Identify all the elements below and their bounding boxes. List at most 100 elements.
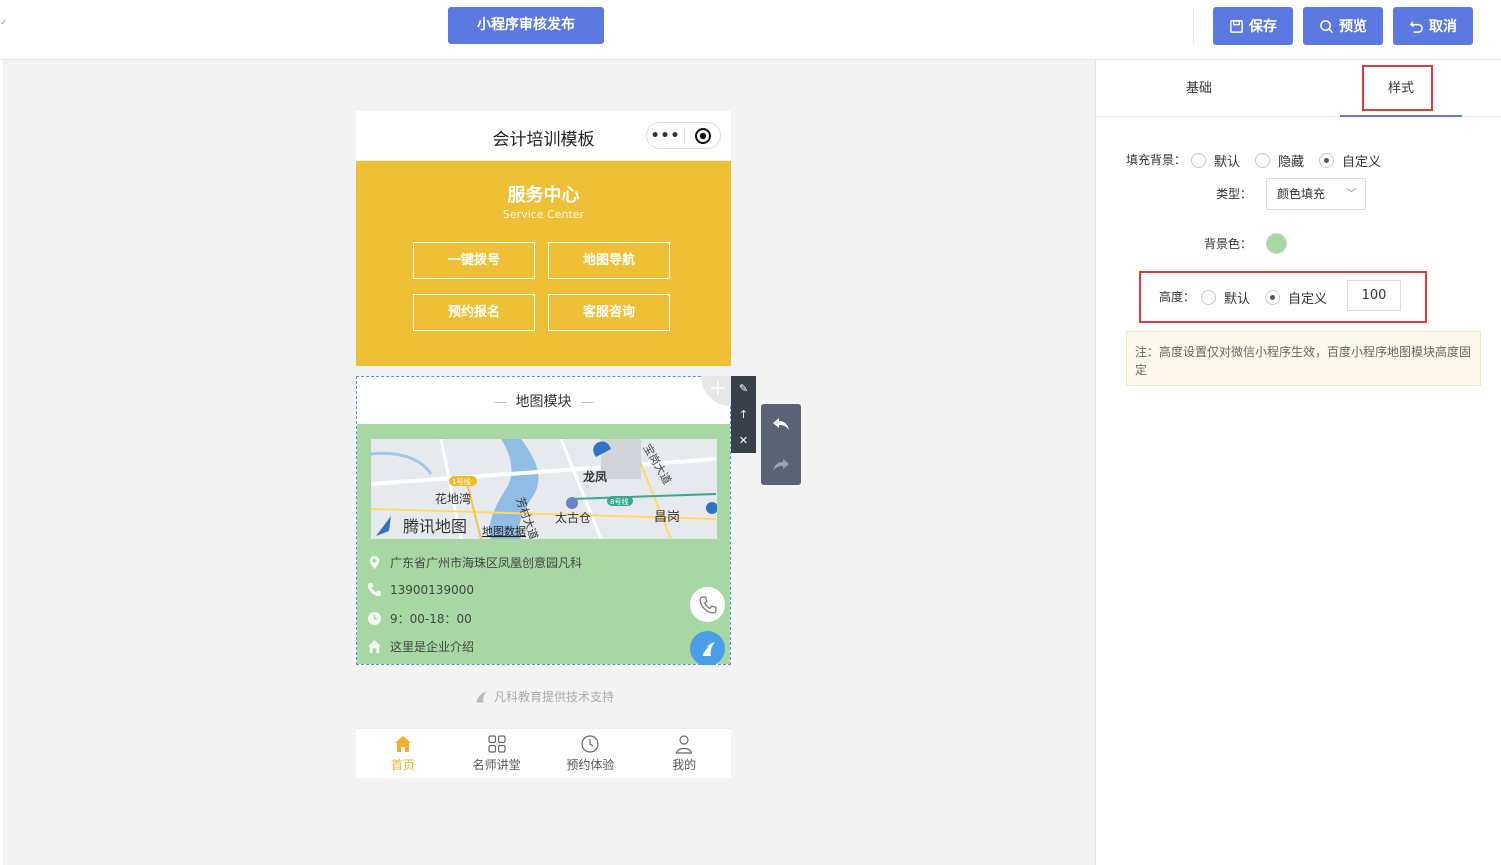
map-navigation-button[interactable]: 地图导航: [548, 242, 670, 279]
map-label-huadiwan: 花地湾: [435, 491, 471, 506]
undo-button[interactable]: [761, 404, 801, 445]
move-up-icon[interactable]: ↑: [739, 409, 748, 420]
tab-lectures-label: 名师讲堂: [472, 758, 521, 772]
brand-logo-icon: [700, 641, 715, 656]
powered-by-footer: 凡科教育提供技术支持: [356, 665, 731, 728]
fill-default-radio[interactable]: 默认: [1191, 151, 1240, 170]
type-label: 类型：: [1216, 187, 1253, 201]
edit-icon[interactable]: ✎: [739, 383, 748, 394]
hours-text: 9：00-18：00: [390, 612, 472, 626]
undo-redo-panel: [761, 404, 801, 485]
hours-row: 9：00-18：00: [367, 610, 472, 627]
phone-icon: [367, 582, 382, 597]
height-default-radio[interactable]: 默认: [1201, 288, 1250, 307]
height-note: 注：高度设置仅对微信小程序生效，百度小程序地图模块高度固定: [1126, 331, 1481, 386]
drag-handle[interactable]: [701, 376, 731, 406]
fill-default-label: 默认: [1214, 155, 1241, 170]
mini-program-capsule[interactable]: •••: [646, 122, 721, 149]
save-icon: [1230, 19, 1243, 33]
location-pin-icon: [369, 555, 380, 570]
bottom-tabbar: 首页 名师讲堂 预约体验 我的: [356, 728, 731, 778]
tab-home-label: 首页: [390, 758, 415, 772]
undo-icon: [1409, 20, 1423, 33]
radio-dot: [1201, 290, 1216, 305]
close-icon[interactable]: ✕: [739, 435, 748, 446]
one-click-call-button[interactable]: 一键拨号: [413, 242, 535, 279]
tab-lectures[interactable]: 名师讲堂: [450, 729, 544, 778]
cancel-button[interactable]: 取消: [1393, 7, 1473, 45]
module-gap: [356, 366, 731, 376]
tab-booking[interactable]: 预约体验: [544, 729, 638, 778]
phone-preview: 会计培训模板 ••• 服务中心 Service Center 一键拨号 地图导航…: [356, 111, 731, 778]
service-title: 服务中心: [507, 185, 580, 206]
powered-by-text: 凡科教育提供技术支持: [493, 690, 614, 704]
close-target-icon[interactable]: [685, 127, 720, 145]
tab-basic[interactable]: 基础: [1139, 60, 1259, 117]
user-icon: [675, 735, 693, 754]
navigate-fab[interactable]: [690, 631, 725, 666]
module-tool-strip: ✎ ↑ ✕: [731, 376, 756, 453]
booking-button[interactable]: 预约报名: [413, 294, 535, 331]
intro-row: 这里是企业介绍: [367, 638, 474, 655]
tab-style[interactable]: 样式: [1340, 60, 1462, 117]
fill-type-select[interactable]: 颜色填充 ﹀: [1266, 178, 1366, 210]
height-custom-radio[interactable]: 自定义: [1265, 288, 1327, 307]
tab-mine[interactable]: 我的: [637, 729, 731, 778]
more-icon[interactable]: •••: [647, 128, 684, 144]
clock-icon: [581, 735, 599, 753]
cancel-label: 取消: [1429, 19, 1457, 35]
customer-service-button[interactable]: 客服咨询: [548, 294, 670, 331]
brand-logo-icon: [476, 690, 487, 703]
redo-button[interactable]: [761, 445, 801, 486]
clock-icon: [367, 611, 382, 626]
undo-icon: [773, 418, 789, 431]
save-label: 保存: [1249, 19, 1277, 35]
chevron-down-icon[interactable]: ✓: [0, 18, 8, 28]
address-row: 广东省广州市海珠区凤凰创意园凡科: [367, 554, 582, 571]
bg-color-swatch[interactable]: [1266, 233, 1287, 254]
save-button[interactable]: 保存: [1213, 7, 1293, 45]
phone-call-icon: [699, 596, 716, 613]
fill-hidden-radio[interactable]: 隐藏: [1255, 151, 1304, 170]
map-module[interactable]: 地图模块 1号线 花地湾 芳村大道 龙凤 宝岗大道 8号线 太古仓 昌岗 腾讯地…: [356, 376, 731, 666]
top-toolbar: ✓ 小程序审核发布 保存 预览 取消: [0, 0, 1501, 60]
chevron-down-icon: ﹀: [1346, 187, 1357, 200]
fill-type-value: 颜色填充: [1277, 187, 1326, 201]
service-center-module[interactable]: 服务中心 Service Center 一键拨号 地图导航 预约报名 客服咨询: [356, 161, 731, 366]
map-module-body: 1号线 花地湾 芳村大道 龙凤 宝岗大道 8号线 太古仓 昌岗 腾讯地图 地图数…: [357, 424, 730, 666]
call-fab[interactable]: [690, 587, 725, 622]
address-text: 广东省广州市海珠区凤凰创意园凡科: [390, 556, 583, 570]
map-label-line8: 8号线: [610, 497, 628, 506]
bg-color-label: 背景色：: [1204, 237, 1253, 251]
preview-label: 预览: [1339, 19, 1367, 35]
preview-button[interactable]: 预览: [1303, 7, 1383, 45]
search-icon: [1320, 19, 1334, 33]
phone-text: 13900139000: [390, 582, 474, 597]
fill-background-label: 填充背景：: [1126, 153, 1187, 167]
map-label-tencent: 腾讯地图: [403, 517, 467, 536]
height-input[interactable]: 100: [1347, 280, 1401, 311]
publish-review-button[interactable]: 小程序审核发布: [448, 7, 604, 44]
radio-dot: [1255, 153, 1270, 168]
home-icon: [394, 736, 411, 752]
height-default-label: 默认: [1224, 292, 1251, 307]
map-label-mapdata: 地图数据: [482, 524, 526, 538]
toolbar-divider: [1193, 8, 1194, 44]
map-module-header: 地图模块: [357, 376, 731, 424]
phone-row: 13900139000: [367, 582, 474, 597]
radio-dot: [1191, 153, 1206, 168]
settings-tabs: 基础 样式: [1096, 60, 1501, 117]
phone-navbar: 会计培训模板 •••: [356, 111, 731, 161]
map-image[interactable]: 1号线 花地湾 芳村大道 龙凤 宝岗大道 8号线 太古仓 昌岗 腾讯地图 地图数…: [371, 439, 717, 539]
map-label-changgang: 昌岗: [654, 510, 680, 525]
map-module-title: 地图模块: [357, 391, 730, 411]
fill-custom-radio[interactable]: 自定义: [1319, 151, 1381, 170]
radio-dot-selected: [1265, 290, 1280, 305]
height-custom-label: 自定义: [1288, 292, 1328, 307]
fill-hidden-label: 隐藏: [1278, 155, 1305, 170]
redo-icon: [773, 458, 789, 471]
radio-dot-selected: [1319, 153, 1334, 168]
height-label: 高度：: [1159, 290, 1196, 304]
tab-home[interactable]: 首页: [356, 729, 450, 778]
grid-icon: [488, 735, 506, 753]
